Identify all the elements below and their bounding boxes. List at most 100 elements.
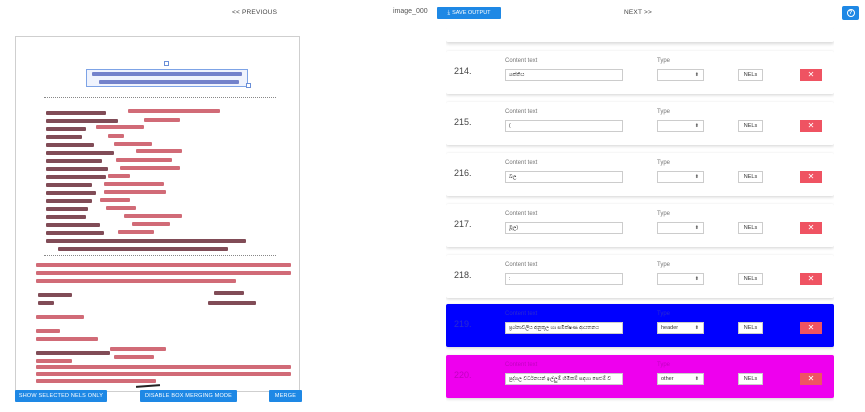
doc-heading-line [92, 72, 242, 76]
merge-button[interactable]: MERGE [269, 390, 302, 402]
content-text-label: Content text [505, 211, 538, 217]
content-text-input[interactable]: පුද්ගල වර්ධනයන් ඉල්ලුම් හිමිකම් සඳහා පෙළ… [505, 373, 623, 385]
doc-text-line [144, 118, 180, 122]
content-text-label: Content text [505, 160, 538, 166]
nels-button[interactable]: NELs [738, 171, 763, 183]
delete-button[interactable]: ✕ [800, 273, 822, 285]
entry-number: 216. [454, 168, 472, 178]
delete-button[interactable]: ✕ [800, 69, 822, 81]
type-select[interactable]: ⬍ [657, 120, 704, 132]
type-label: Type [657, 109, 671, 115]
nels-button[interactable]: NELs [738, 120, 763, 132]
delete-button[interactable]: ✕ [800, 222, 822, 234]
doc-text-line [46, 167, 108, 171]
show-selected-nels-button[interactable]: SHOW SELECTED NELS ONLY [15, 390, 107, 402]
type-select[interactable]: ⬍ [657, 273, 704, 285]
delete-button[interactable]: ✕ [800, 171, 822, 183]
disable-box-merging-button[interactable]: DISABLE BOX MERGING MODE [140, 390, 237, 402]
doc-text-line [46, 183, 92, 187]
doc-text-line [58, 247, 228, 251]
type-label: Type [657, 362, 671, 368]
content-text-input[interactable]: ශක්තිය [505, 69, 623, 81]
entry-number: 218. [454, 270, 472, 280]
doc-text-line [36, 372, 291, 376]
document-viewer[interactable] [15, 36, 300, 392]
nels-button[interactable]: NELs [738, 322, 763, 334]
type-label: Type [657, 311, 671, 317]
doc-text-line [46, 143, 94, 147]
entry-card: 214. Content text ශක්තිය Type ⬍ NELs ✕ [446, 51, 834, 94]
content-text-input[interactable]: මූල) [505, 222, 623, 234]
type-select[interactable]: header ⬍ [657, 322, 704, 334]
resize-handle[interactable] [164, 61, 169, 66]
type-select[interactable]: ⬍ [657, 69, 704, 81]
content-text-label: Content text [505, 262, 538, 268]
select-caret-icon: ⬍ [694, 174, 699, 180]
entry-number: 215. [454, 117, 472, 127]
entry-card: 217. Content text මූල) Type ⬍ NELs ✕ [446, 204, 834, 247]
doc-text-line [110, 347, 166, 351]
nels-button[interactable]: NELs [738, 222, 763, 234]
doc-text-line [104, 182, 164, 186]
resize-handle[interactable] [246, 83, 251, 88]
doc-text-line [46, 175, 106, 179]
entry-list[interactable]: 214. Content text ශක්තිය Type ⬍ NELs ✕ 2… [446, 28, 834, 412]
doc-text-line [46, 127, 86, 131]
type-select[interactable]: ⬍ [657, 171, 704, 183]
content-text-label: Content text [505, 109, 538, 115]
doc-text-line [36, 271, 291, 275]
doc-text-line [46, 239, 246, 243]
type-select[interactable]: ⬍ [657, 222, 704, 234]
doc-text-line [38, 301, 54, 305]
delete-button[interactable]: ✕ [800, 322, 822, 334]
doc-text-line [214, 291, 244, 295]
document-image[interactable] [24, 41, 296, 391]
doc-text-line [46, 199, 92, 203]
nels-button[interactable]: NELs [738, 69, 763, 81]
help-button[interactable]: ? [842, 6, 859, 20]
doc-text-line [46, 159, 102, 163]
content-text-input[interactable]: : [505, 273, 623, 285]
doc-text-line [46, 111, 106, 115]
content-text-label: Content text [505, 311, 538, 317]
entry-card-partial [446, 28, 834, 42]
doc-text-line [116, 158, 172, 162]
type-select[interactable]: other ⬍ [657, 373, 704, 385]
doc-text-line [36, 279, 236, 283]
entry-card-selected-other: 220. Content text පුද්ගල වර්ධනයන් ඉල්ලුම… [446, 355, 834, 398]
delete-button[interactable]: ✕ [800, 120, 822, 132]
content-text-input[interactable]: බල [505, 171, 623, 183]
doc-text-line [128, 109, 220, 113]
doc-text-line [136, 149, 182, 153]
doc-divider [44, 97, 276, 98]
doc-text-line [96, 125, 144, 129]
doc-text-line [46, 191, 96, 195]
doc-text-line [132, 222, 170, 226]
nels-button[interactable]: NELs [738, 373, 763, 385]
top-bar: << PREVIOUS image_000 ⤓ SAVE OUTPUT NEXT… [0, 0, 865, 28]
doc-text-line [36, 359, 72, 363]
doc-text-line [36, 351, 110, 355]
doc-text-line [108, 134, 124, 138]
type-label: Type [657, 58, 671, 64]
entry-card-selected-header: 219. Content text ප්‍රශ්නාවලිය අනුකූල හා… [446, 304, 834, 347]
doc-text-line [46, 215, 86, 219]
next-button[interactable]: NEXT >> [624, 9, 652, 16]
doc-text-line [106, 206, 136, 210]
previous-button[interactable]: << PREVIOUS [232, 9, 277, 16]
doc-text-line [46, 223, 100, 227]
doc-text-line [36, 329, 60, 333]
nels-button[interactable]: NELs [738, 273, 763, 285]
delete-button[interactable]: ✕ [800, 373, 822, 385]
content-text-input[interactable]: ප්‍රශ්නාවලිය අනුකූල හා සමීක්ෂණ ආයතනය [505, 322, 623, 334]
doc-text-line [120, 166, 180, 170]
content-text-input[interactable]: ( [505, 120, 623, 132]
doc-text-line [36, 379, 156, 383]
select-caret-icon: ⬍ [694, 376, 699, 382]
download-icon: ⤓ [447, 9, 451, 16]
entry-card: 215. Content text ( Type ⬍ NELs ✕ [446, 102, 834, 145]
save-output-button[interactable]: ⤓ SAVE OUTPUT [437, 7, 501, 19]
select-caret-icon: ⬍ [694, 123, 699, 129]
content-text-label: Content text [505, 362, 538, 368]
doc-text-line [108, 174, 130, 178]
